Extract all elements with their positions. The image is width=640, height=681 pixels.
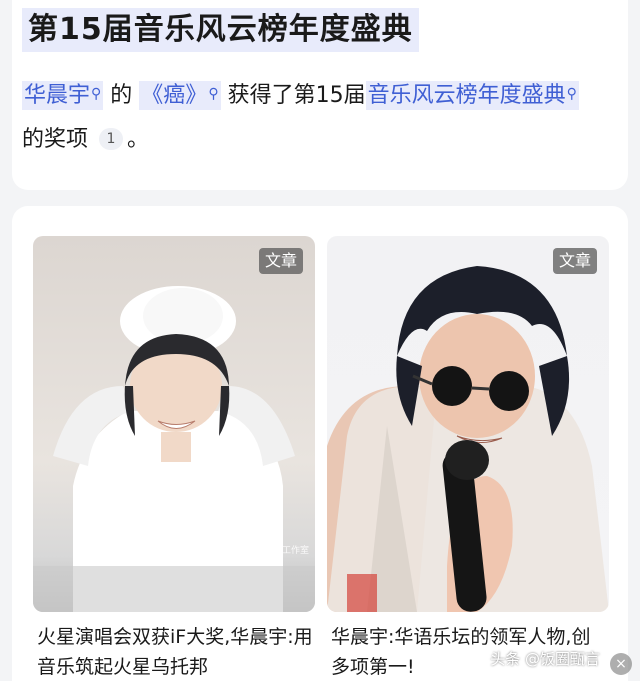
article-card[interactable]: 文章 华晨宇:华语乐坛的领军人物,创多项第一! [327,236,609,678]
image-watermark: @ 华晨宇工作室 [243,546,309,556]
search-icon: ⚲ [208,86,219,102]
article-type-badge: 文章 [258,248,303,274]
text-won: 获得了第15届 [227,83,366,108]
text-of: 的 [110,83,133,108]
song-link[interactable]: 《癌》⚲ [139,81,221,110]
article-thumbnail[interactable]: @ 华晨宇工作室 文章 [33,236,315,612]
source-watermark: 头条 @饭圈甄言 [490,650,600,668]
search-icon: ⚲ [91,86,102,102]
text-award: 的奖项 [22,127,89,152]
article-card[interactable]: @ 华晨宇工作室 文章 火星演唱会双获iF大奖,华晨宇:用音乐筑起火星乌托邦 [33,236,315,678]
artist-link[interactable]: 华晨宇⚲ [22,81,104,110]
article-type-badge: 文章 [552,248,597,274]
portrait-illustration [327,266,609,612]
answer-paragraph: 华晨宇⚲ 的 《癌》⚲ 获得了第15届音乐风云榜年度盛典⚲ 的奖项 1。 [22,72,602,162]
article-thumbnail[interactable]: 文章 [327,236,609,612]
page-title: 第15届音乐风云榜年度盛典 [22,8,419,52]
event-link[interactable]: 音乐风云榜年度盛典⚲ [365,81,579,110]
articles-card: @ 华晨宇工作室 文章 火星演唱会双获iF大奖,华晨宇:用音乐筑起火星乌托邦 文… [12,206,628,681]
close-icon[interactable]: × [610,653,632,675]
citation-badge[interactable]: 1 [99,128,124,150]
article-title[interactable]: 火星演唱会双获iF大奖,华晨宇:用音乐筑起火星乌托邦 [37,622,313,681]
search-icon: ⚲ [566,86,577,102]
text-end: 。 [127,127,150,152]
